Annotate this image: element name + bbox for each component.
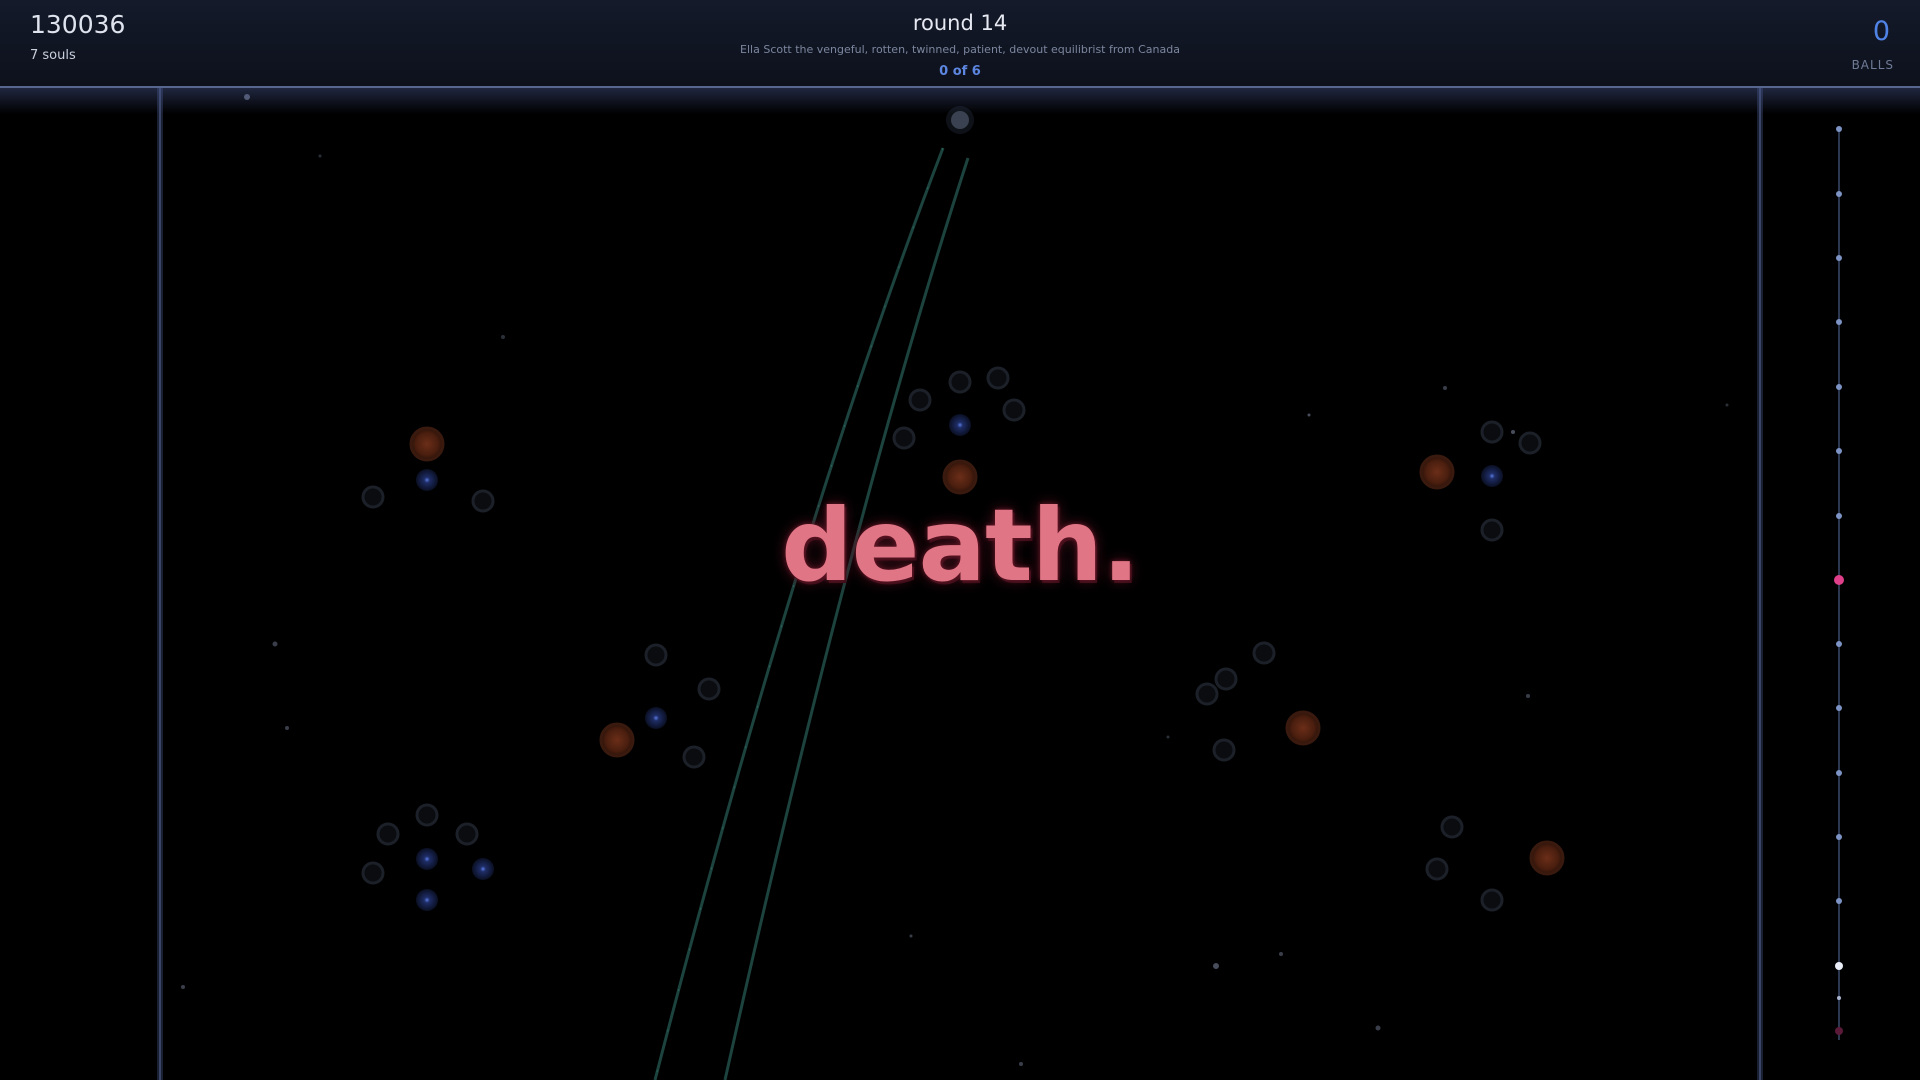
rail-marker [1836, 770, 1842, 776]
blue-peg [416, 848, 438, 870]
blue-peg [949, 414, 971, 436]
balls-count: 0 [1872, 16, 1890, 47]
rail-marker [1836, 191, 1842, 197]
blue-peg [472, 858, 494, 880]
round-progress: 0 of 6 [939, 64, 981, 79]
rail-marker [1836, 448, 1842, 454]
rail-marker [1836, 834, 1842, 840]
death-message: death. [781, 487, 1140, 604]
orange-peg [1529, 840, 1565, 876]
rail-marker [1836, 705, 1842, 711]
rail-marker-position [1835, 962, 1843, 970]
rail-marker-bottom [1837, 996, 1841, 1000]
orange-peg [1419, 454, 1455, 490]
ball-trail [653, 147, 970, 1080]
round-title: round 14 [912, 11, 1008, 35]
orange-peg [409, 426, 445, 462]
rail-marker-end [1835, 1027, 1843, 1035]
rail-marker [1836, 384, 1842, 390]
balls-label: BALLS [1851, 58, 1894, 72]
character-description: Ella Scott the vengeful, rotten, twinned… [740, 43, 1180, 56]
dim-pegs [361, 366, 1542, 912]
rail-marker [1836, 319, 1842, 325]
blue-peg [416, 889, 438, 911]
rail-marker [1836, 641, 1842, 647]
blue-peg [1481, 465, 1503, 487]
rail-marker [1836, 126, 1842, 132]
rail-marker [1836, 898, 1842, 904]
hud-bar: 130036 7 souls round 14 Ella Scott the v… [0, 0, 1920, 88]
blue-peg [645, 707, 667, 729]
board-top-glow [0, 88, 1920, 114]
orange-peg [599, 722, 635, 758]
rail-marker [1836, 255, 1842, 261]
orange-peg [1285, 710, 1321, 746]
